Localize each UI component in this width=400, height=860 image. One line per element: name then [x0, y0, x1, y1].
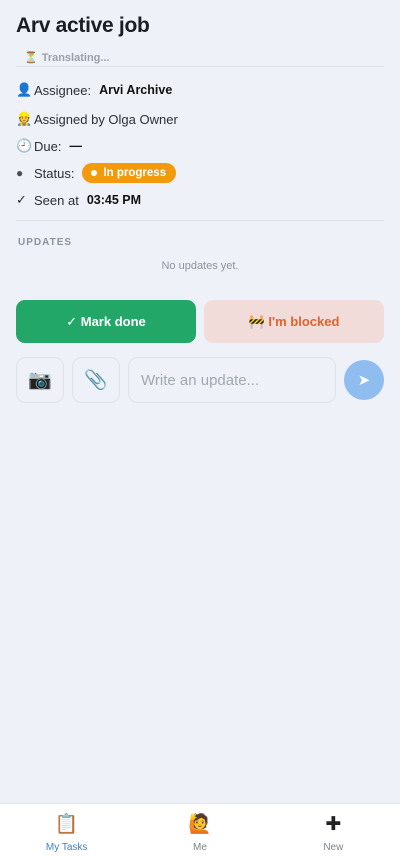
clock-icon: 🕘 [16, 138, 33, 153]
seen-row: ✓ Seen at 03:45 PM [16, 192, 141, 208]
check-icon: ✓ [16, 192, 27, 207]
badge-dot-icon [91, 170, 98, 176]
assigned-by-row: 👷 Assigned by Olga Owner [16, 111, 178, 127]
clipboard-icon: 📋 [54, 814, 79, 835]
assigned-by-text: Assigned by Olga Owner [34, 111, 178, 127]
tab-label: My Tasks [45, 842, 88, 853]
seen-label: Seen at [34, 192, 79, 208]
send-button[interactable]: ➤ [344, 360, 384, 400]
tab-new[interactable]: ✚ New [267, 804, 400, 860]
mark-done-button[interactable]: ✓ Mark done [16, 300, 196, 343]
assignee-value: Arvi Archive [99, 83, 173, 97]
worker-icon: 👷 [16, 111, 33, 126]
divider [16, 66, 384, 67]
seen-value: 03:45 PM [86, 193, 142, 207]
camera-icon: 📷 [28, 370, 52, 391]
person-icon: 👤 [16, 82, 33, 97]
tab-label: New [323, 842, 344, 853]
bottom-tab-bar: 📋 My Tasks 🙋 Me ✚ New [0, 803, 400, 860]
translating-status: ⏳ Translating... [24, 51, 110, 65]
paperclip-icon: 📎 [84, 370, 108, 391]
job-detail-screen: Arv active job ⏳ Translating... 👤 Assign… [0, 0, 400, 860]
due-row: 🕘 Due: — [16, 138, 82, 154]
plus-icon: ✚ [325, 814, 342, 835]
send-icon: ➤ [357, 372, 371, 389]
status-row: ● Status: In progress [16, 163, 177, 183]
divider [16, 220, 384, 221]
person-raising-hand-icon: 🙋 [188, 814, 212, 835]
attach-button[interactable]: 📎 [72, 357, 120, 403]
camera-button[interactable]: 📷 [16, 357, 64, 403]
hourglass-icon: ⏳ [24, 52, 38, 64]
empty-updates-text: No updates yet. [161, 260, 239, 272]
tab-me[interactable]: 🙋 Me [133, 804, 266, 860]
status-badge-label: In progress [103, 167, 167, 179]
due-label: Due: [34, 138, 62, 154]
updates-heading: UPDATES [18, 237, 73, 248]
status-dot-icon: ● [16, 166, 24, 180]
translating-label: Translating... [41, 51, 110, 64]
blocked-button[interactable]: 🚧 I'm blocked [204, 300, 384, 343]
tab-label: Me [193, 842, 207, 853]
update-input[interactable] [128, 357, 336, 403]
tab-my-tasks[interactable]: 📋 My Tasks [0, 804, 133, 860]
status-badge: In progress [82, 163, 177, 183]
assignee-row: 👤 Assignee: Arvi Archive [16, 82, 172, 98]
page-title: Arv active job [16, 14, 150, 37]
assignee-label: Assignee: [34, 82, 92, 98]
due-value: — [69, 139, 82, 153]
status-label: Status: [34, 165, 75, 181]
